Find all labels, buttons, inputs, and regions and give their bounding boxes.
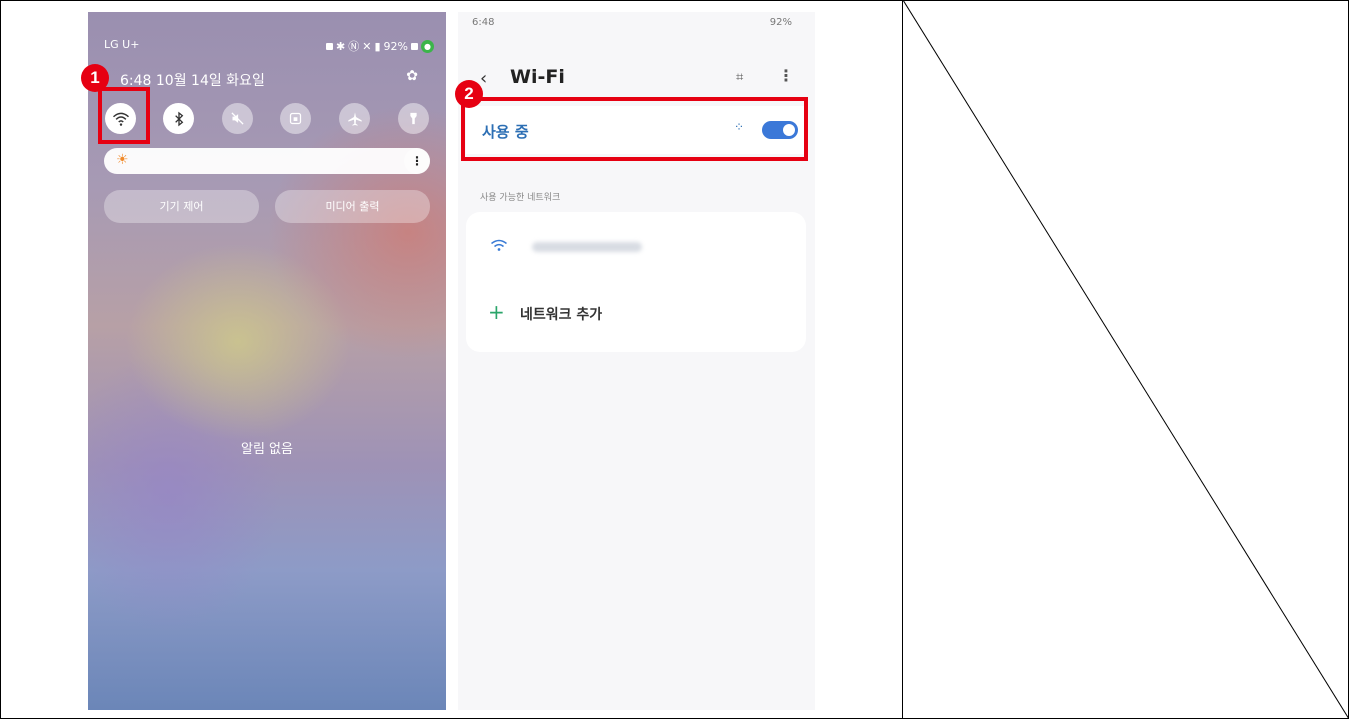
flashlight-icon xyxy=(410,112,417,125)
mute-icon xyxy=(231,112,244,125)
plus-icon[interactable]: + xyxy=(488,300,505,324)
qs-flashlight-button[interactable] xyxy=(398,103,429,134)
media-output-button[interactable]: 미디어 출력 xyxy=(275,190,430,223)
wifi-locked-icon xyxy=(490,238,508,256)
status-bar: 6:48 92% xyxy=(472,17,802,31)
qs-rotation-button[interactable] xyxy=(280,103,311,134)
back-arrow-icon[interactable]: ‹ xyxy=(480,68,487,89)
mute-status-icon: ✕ xyxy=(362,39,372,53)
airplane-icon xyxy=(347,111,362,126)
battery-percent: 92% xyxy=(769,17,792,28)
more-options-icon[interactable]: ⋮ xyxy=(404,148,430,174)
bluetooth-status-icon: ✱ xyxy=(336,39,346,53)
carrier-label: LG U+ xyxy=(104,38,140,51)
notification-icon xyxy=(326,42,334,50)
quick-settings-row xyxy=(105,103,429,135)
no-notifications-label: 알림 없음 xyxy=(241,442,293,457)
network-list: + 네트워크 추가 xyxy=(466,212,806,352)
more-options-icon[interactable]: ⋮ xyxy=(778,66,794,85)
lock-icon xyxy=(289,112,302,125)
step-badge-1: 1 xyxy=(81,64,109,92)
signal-icon: ▮ xyxy=(374,39,381,53)
qs-airplane-button[interactable] xyxy=(339,103,370,134)
page-title: Wi-Fi xyxy=(510,66,565,88)
network-item-ssid-blurred[interactable] xyxy=(532,242,642,252)
device-control-button[interactable]: 기기 제어 xyxy=(104,190,259,223)
status-bar: LG U+ ✱ Ⓝ ✕ ▮ 92% ● xyxy=(104,38,434,53)
battery-percent: 92% xyxy=(383,39,408,53)
qs-bluetooth-button[interactable] xyxy=(163,103,194,134)
brightness-slider[interactable]: ☀ ⋮ xyxy=(104,148,430,174)
qs-sound-button[interactable] xyxy=(222,103,253,134)
add-network-button[interactable]: 네트워크 추가 xyxy=(520,304,602,324)
callout-box-1 xyxy=(98,87,150,144)
step-badge-2: 2 xyxy=(455,80,483,108)
bluetooth-icon xyxy=(174,111,183,126)
nfc-icon: Ⓝ xyxy=(348,40,360,53)
gear-icon[interactable]: ✿ xyxy=(406,68,418,84)
status-time: 6:48 xyxy=(472,17,495,28)
qr-scan-icon[interactable]: ⌗ xyxy=(736,70,743,85)
mic-icon: ● xyxy=(421,39,434,53)
callout-box-2 xyxy=(461,97,808,161)
sun-icon: ☀ xyxy=(116,152,129,168)
battery-icon xyxy=(411,42,418,50)
available-networks-label: 사용 가능한 네트워크 xyxy=(480,193,561,203)
empty-cell-diagonal xyxy=(903,0,1349,719)
